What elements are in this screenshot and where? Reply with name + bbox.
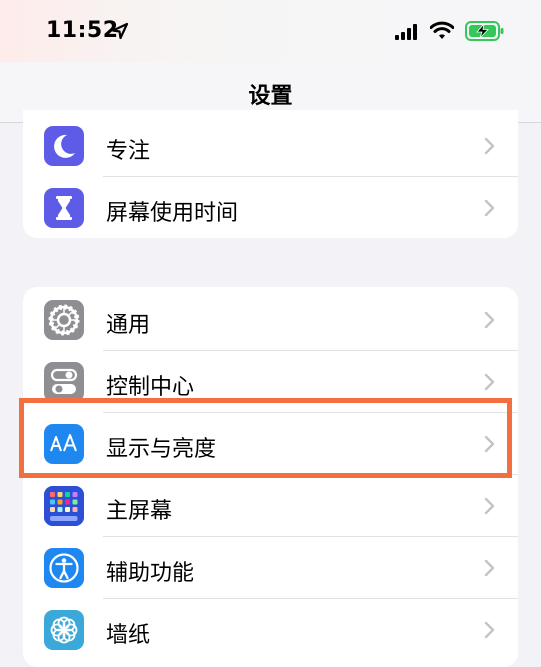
settings-row-screen-time[interactable]: 屏幕使用时间 — [23, 177, 518, 238]
settings-row-label: 屏幕使用时间 — [106, 201, 239, 226]
battery-charging-icon — [465, 21, 504, 41]
gear-icon — [44, 300, 84, 340]
settings-row-label: 显示与亮度 — [106, 437, 217, 462]
chevron-right-icon — [484, 497, 495, 515]
status-bar: 11:52 — [0, 0, 541, 62]
accessibility-icon — [44, 548, 84, 588]
settings-row-label: 主屏幕 — [106, 499, 173, 524]
settings-row-accessibility[interactable]: 辅助功能 — [23, 537, 518, 599]
settings-row-label: 控制中心 — [106, 375, 195, 400]
chevron-right-icon — [484, 559, 495, 577]
settings-row-display-brightness[interactable]: 显示与亮度 — [23, 413, 518, 475]
settings-row-label: 专注 — [106, 139, 151, 164]
chevron-right-icon — [484, 311, 495, 329]
text-size-icon — [44, 424, 84, 464]
settings-row-general[interactable]: 通用 — [23, 289, 518, 351]
settings-row-home-screen[interactable]: 主屏幕 — [23, 475, 518, 537]
hourglass-icon — [44, 188, 84, 228]
chevron-right-icon — [484, 137, 495, 155]
settings-row-label: 墙纸 — [106, 623, 151, 648]
settings-row-control-center[interactable]: 控制中心 — [23, 351, 518, 413]
chevron-right-icon — [484, 435, 495, 453]
settings-group-general: 通用 控制中心 显示与亮度 主屏幕 辅助功能 墙纸 — [23, 287, 518, 667]
settings-group-focus: 专注 屏幕使用时间 — [23, 110, 518, 238]
moon-icon — [44, 126, 84, 166]
toggles-icon — [44, 362, 84, 402]
chevron-right-icon — [484, 621, 495, 639]
home-screen-grid-icon — [44, 486, 84, 526]
settings-row-label: 通用 — [106, 313, 151, 338]
wifi-icon — [430, 21, 454, 39]
wallpaper-flower-icon — [44, 610, 84, 650]
chevron-right-icon — [484, 373, 495, 391]
status-time: 11:52 — [46, 18, 119, 43]
settings-row-wallpaper[interactable]: 墙纸 — [23, 599, 518, 661]
cellular-signal-icon — [395, 24, 417, 40]
page-title: 设置 — [248, 84, 293, 109]
settings-row-focus[interactable]: 专注 — [23, 115, 518, 177]
settings-row-label: 辅助功能 — [106, 561, 195, 586]
location-arrow-icon — [111, 22, 129, 40]
chevron-right-icon — [484, 199, 495, 217]
